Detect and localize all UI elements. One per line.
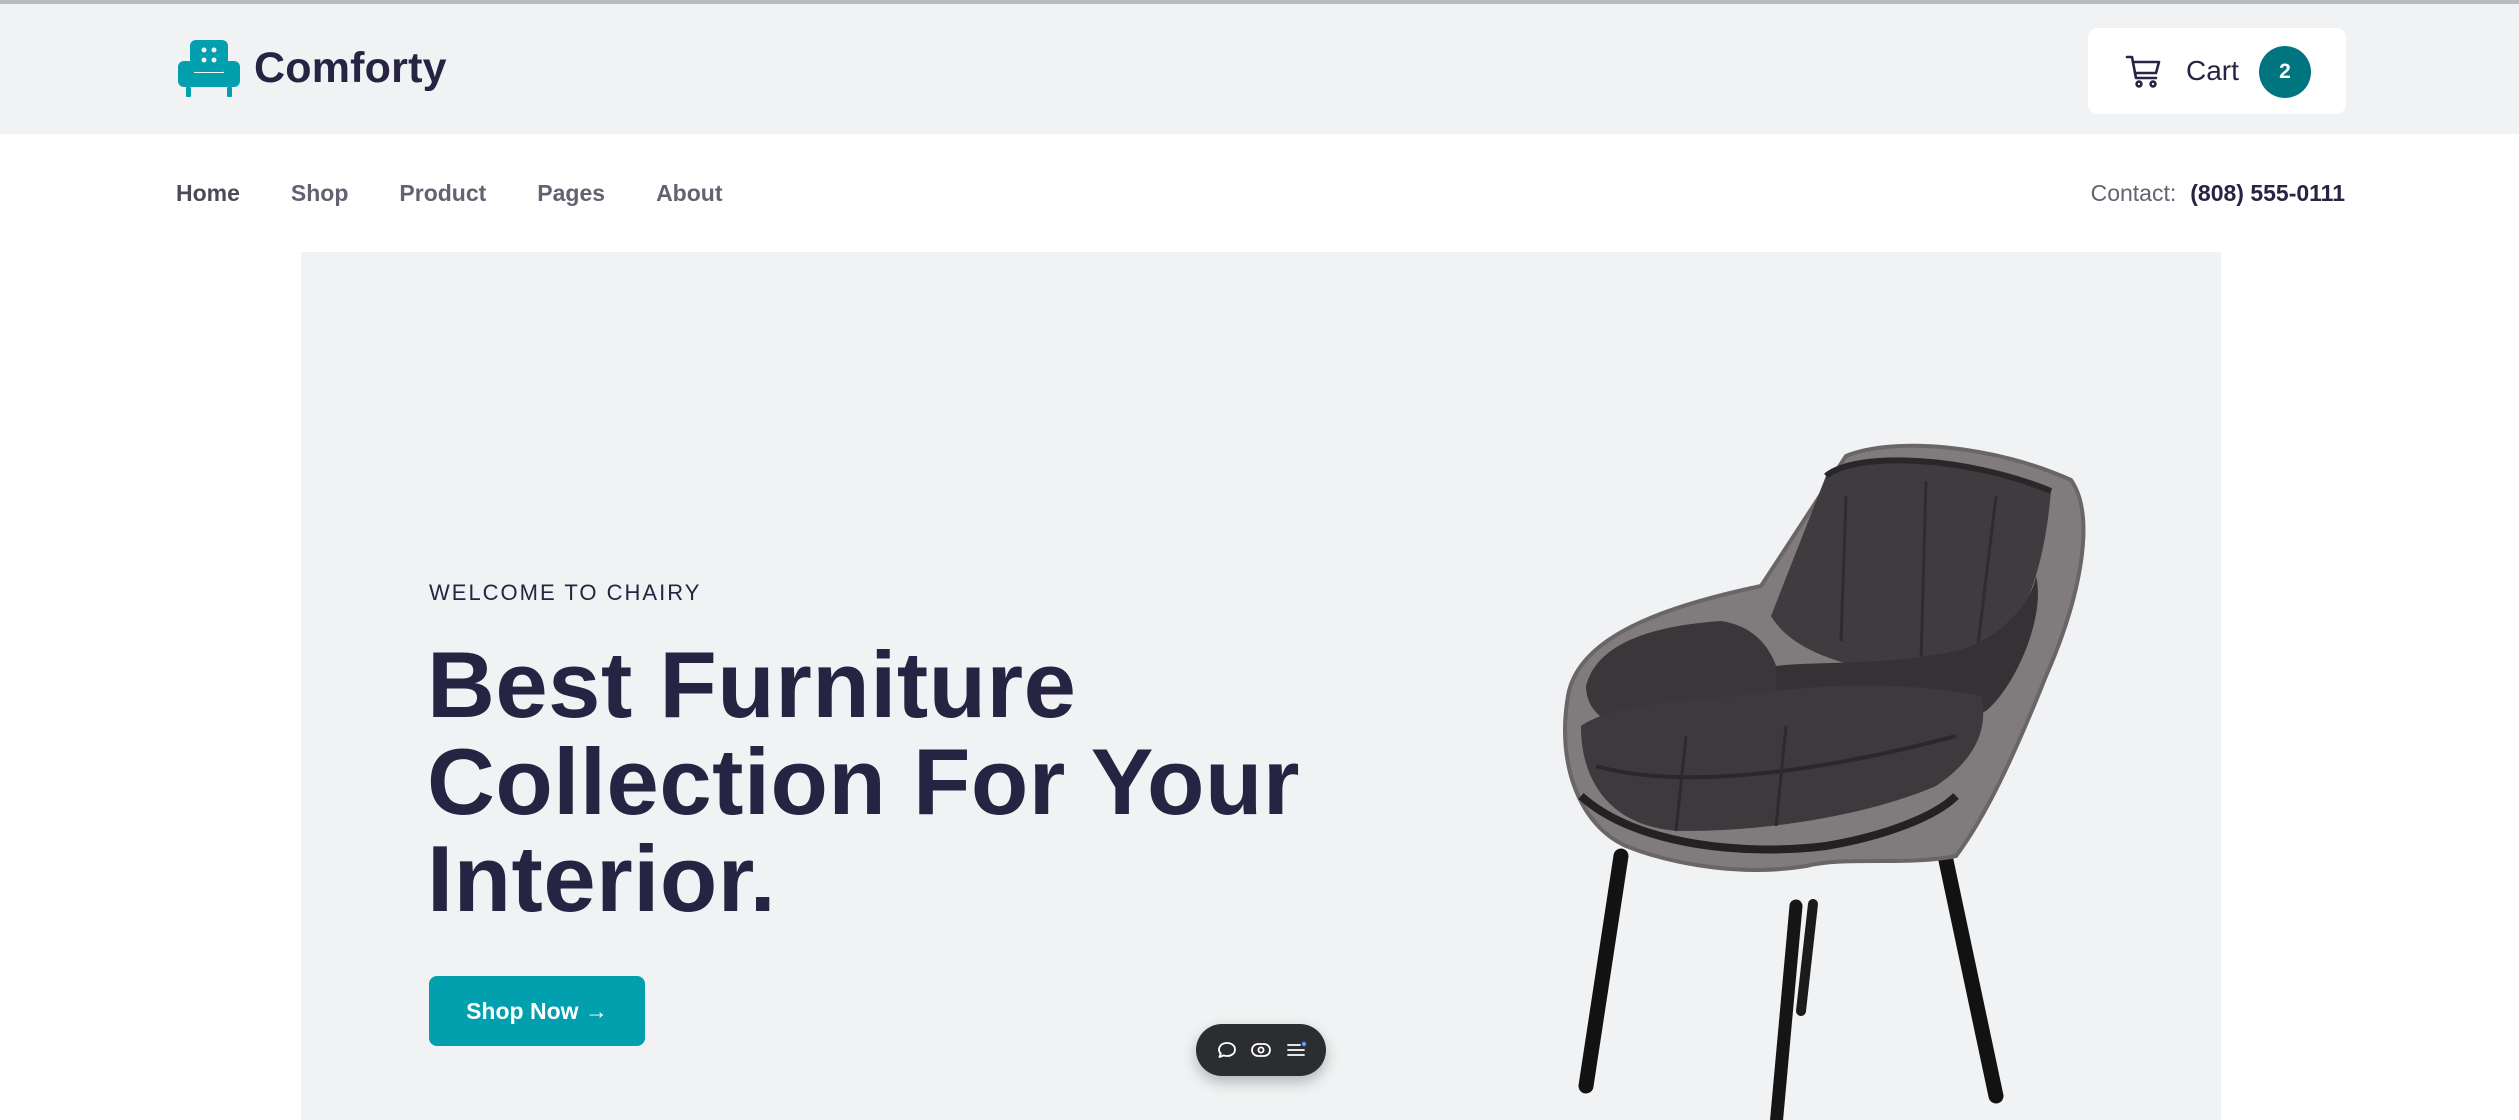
- shopping-cart-icon: [2125, 55, 2161, 88]
- armchair-product-image: [1563, 443, 2086, 1120]
- armchair-icon: [178, 40, 240, 97]
- nav-item-shop[interactable]: Shop: [291, 180, 349, 207]
- nav-item-pages[interactable]: Pages: [537, 180, 605, 207]
- nav-item-home[interactable]: Home: [176, 180, 240, 207]
- contact-info: Contact: (808) 555-0111: [2091, 134, 2345, 252]
- top-bar: Comforty Cart 2: [0, 4, 2519, 134]
- cart-button[interactable]: Cart 2: [2088, 28, 2346, 114]
- floating-toolbar: [1196, 1024, 1326, 1076]
- contact-label: Contact:: [2090, 179, 2177, 206]
- comment-icon[interactable]: [1215, 1038, 1239, 1062]
- hero-title: Best Furniture Collection For Your Inter…: [427, 632, 1300, 931]
- cart-label: Cart: [2186, 55, 2239, 86]
- nav-menu: Home Shop Product Pages About: [176, 134, 722, 252]
- hero-banner: WELCOME TO CHAIRY Best Furniture Collect…: [301, 252, 2221, 1120]
- menu-list-icon[interactable]: [1284, 1038, 1308, 1062]
- brand-name: Comforty: [254, 43, 447, 92]
- shop-now-button[interactable]: Shop Now →: [429, 976, 645, 1046]
- eye-icon[interactable]: [1249, 1038, 1273, 1062]
- cart-count-badge: 2: [2259, 46, 2311, 98]
- nav-item-about[interactable]: About: [656, 180, 722, 207]
- main-navigation: Home Shop Product Pages About Contact: (…: [0, 134, 2519, 252]
- brand-logo-link[interactable]: Comforty: [176, 34, 447, 102]
- hero-eyebrow: WELCOME TO CHAIRY: [429, 580, 702, 605]
- contact-phone-link[interactable]: (808) 555-0111: [2190, 180, 2345, 207]
- nav-item-product[interactable]: Product: [399, 180, 486, 207]
